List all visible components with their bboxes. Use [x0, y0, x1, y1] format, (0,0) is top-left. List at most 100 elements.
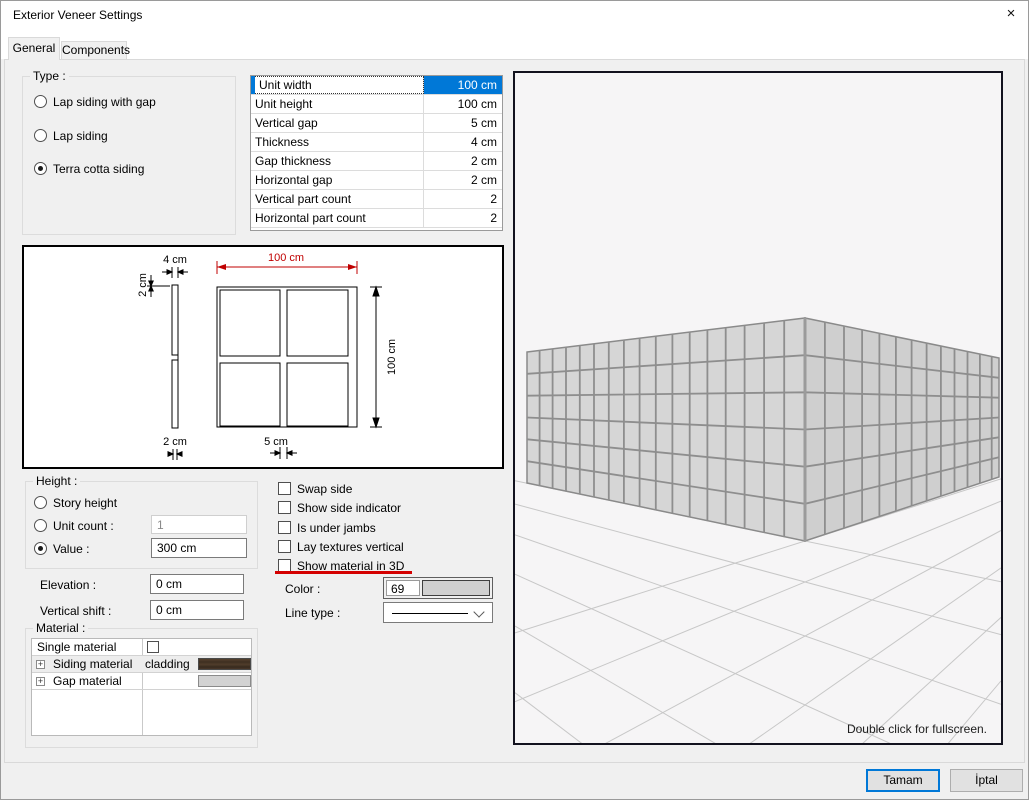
property-value[interactable]: 2 cm: [424, 171, 502, 189]
material-group-legend: Material :: [33, 621, 88, 635]
checkbox-swap-side[interactable]: Swap side: [278, 481, 352, 496]
checkbox-icon: [278, 482, 291, 495]
dim-front-gap: [270, 447, 297, 459]
radio-icon: [34, 496, 47, 509]
height-group-legend: Height :: [33, 474, 80, 488]
property-value[interactable]: 2 cm: [424, 152, 502, 170]
checkbox-is-under-jambs[interactable]: Is under jambs: [278, 520, 376, 535]
property-label: Vertical part count: [251, 190, 424, 208]
property-value[interactable]: 100 cm: [424, 76, 502, 94]
material-value[interactable]: cladding: [145, 657, 190, 671]
radio-label: Terra cotta siding: [53, 162, 144, 176]
title-bar: [0, 0, 1029, 59]
material-label: Single material: [32, 640, 116, 654]
property-row-vertical-gap[interactable]: Vertical gap 5 cm: [251, 114, 502, 133]
line-sample: [392, 613, 468, 614]
preview-3d[interactable]: Double click for fullscreen.: [513, 71, 1003, 745]
property-label: Vertical gap: [251, 114, 424, 132]
type-group: Type : Lap siding with gap Lap siding Te…: [22, 76, 236, 235]
elevation-input[interactable]: 0 cm: [150, 574, 244, 594]
expand-icon[interactable]: +: [36, 660, 45, 669]
property-value[interactable]: 100 cm: [424, 95, 502, 113]
radio-story-height[interactable]: Story height: [34, 495, 117, 510]
radio-terra-cotta-siding[interactable]: Terra cotta siding: [34, 161, 144, 176]
window-title: Exterior Veneer Settings: [13, 8, 142, 22]
radio-label: Story height: [53, 496, 117, 510]
dim-side-gap-top: [147, 275, 170, 297]
selection-indicator: [251, 76, 255, 94]
checkbox-label: Show side indicator: [297, 501, 401, 515]
checkbox-show-side-indicator[interactable]: Show side indicator: [278, 500, 401, 515]
siding-material-swatch[interactable]: [198, 658, 251, 670]
radio-icon: [34, 129, 47, 142]
material-row-gap[interactable]: + Gap material: [32, 673, 251, 690]
close-icon[interactable]: ×: [1000, 5, 1022, 25]
vertical-shift-input[interactable]: 0 cm: [150, 600, 244, 620]
property-row-gap-thickness[interactable]: Gap thickness 2 cm: [251, 152, 502, 171]
property-value[interactable]: 4 cm: [424, 133, 502, 151]
property-row-vertical-part-count[interactable]: Vertical part count 2: [251, 190, 502, 209]
color-label: Color :: [285, 582, 320, 596]
property-grid: Unit width 100 cm Unit height 100 cm Ver…: [250, 75, 503, 231]
radio-icon: [34, 519, 47, 532]
dim-label-front-width: 100 cm: [268, 252, 304, 264]
property-label: Unit width: [251, 76, 424, 94]
checkbox-icon: [278, 521, 291, 534]
tab-general[interactable]: General: [8, 37, 60, 60]
value-input[interactable]: 300 cm: [151, 538, 247, 558]
gap-material-swatch[interactable]: [198, 675, 251, 687]
checkbox-icon: [278, 540, 291, 553]
dim-side-width: [162, 267, 188, 278]
radio-value[interactable]: Value :: [34, 541, 89, 556]
radio-icon: [34, 95, 47, 108]
property-row-horizontal-part-count[interactable]: Horizontal part count 2: [251, 209, 502, 228]
material-row-siding[interactable]: + Siding material cladding: [32, 656, 251, 673]
checkbox-label: Lay textures vertical: [297, 540, 404, 554]
fullscreen-hint: Double click for fullscreen.: [847, 722, 987, 736]
front-view: [217, 287, 357, 427]
checkbox-label: Swap side: [297, 482, 352, 496]
radio-label: Unit count :: [53, 519, 114, 533]
tab-components[interactable]: Components: [61, 41, 127, 59]
diagram-drawing: 4 cm 2 cm 2 cm: [24, 247, 502, 467]
radio-label: Value :: [53, 542, 89, 556]
chevron-down-icon: [473, 606, 484, 617]
ok-button[interactable]: Tamam: [866, 769, 940, 792]
line-type-dropdown[interactable]: [383, 602, 493, 623]
dim-label-front-height: 100 cm: [386, 339, 398, 375]
color-number-input[interactable]: 69: [386, 580, 420, 596]
checkbox-lay-textures-vertical[interactable]: Lay textures vertical: [278, 539, 404, 554]
radio-unit-count[interactable]: Unit count :: [34, 518, 114, 533]
color-swatch[interactable]: [422, 580, 490, 596]
radio-label: Lap siding with gap: [53, 95, 156, 109]
side-view: [172, 285, 178, 428]
property-row-unit-height[interactable]: Unit height 100 cm: [251, 95, 502, 114]
checkbox-label: Is under jambs: [297, 521, 376, 535]
material-row-single[interactable]: Single material: [32, 639, 251, 656]
color-control[interactable]: 69: [383, 577, 493, 599]
property-row-thickness[interactable]: Thickness 4 cm: [251, 133, 502, 152]
dim-side-gap-bottom: [168, 449, 182, 460]
radio-lap-siding[interactable]: Lap siding: [34, 128, 108, 143]
property-value[interactable]: 5 cm: [424, 114, 502, 132]
dim-label-side-gap-top: 2 cm: [137, 273, 149, 297]
radio-lap-siding-with-gap[interactable]: Lap siding with gap: [34, 94, 156, 109]
property-row-unit-width[interactable]: Unit width 100 cm: [251, 76, 502, 95]
unit-count-input[interactable]: 1: [151, 515, 247, 534]
radio-icon-selected: [34, 542, 47, 555]
property-value[interactable]: 2: [424, 209, 502, 227]
type-group-legend: Type :: [30, 69, 69, 83]
material-group: Material : Single material + Siding mate…: [25, 628, 258, 748]
height-group: Height : Story height Unit count : Value…: [25, 481, 258, 569]
single-material-checkbox[interactable]: [147, 641, 159, 653]
property-row-horizontal-gap[interactable]: Horizontal gap 2 cm: [251, 171, 502, 190]
expand-icon[interactable]: +: [36, 677, 45, 686]
vertical-shift-label: Vertical shift :: [40, 604, 111, 618]
dim-front-height: [370, 287, 382, 427]
material-label: Siding material: [32, 657, 132, 671]
property-value[interactable]: 2: [424, 190, 502, 208]
property-label: Horizontal part count: [251, 209, 424, 227]
elevation-label: Elevation :: [40, 578, 96, 592]
property-label: Thickness: [251, 133, 424, 151]
cancel-button[interactable]: İptal: [950, 769, 1023, 792]
